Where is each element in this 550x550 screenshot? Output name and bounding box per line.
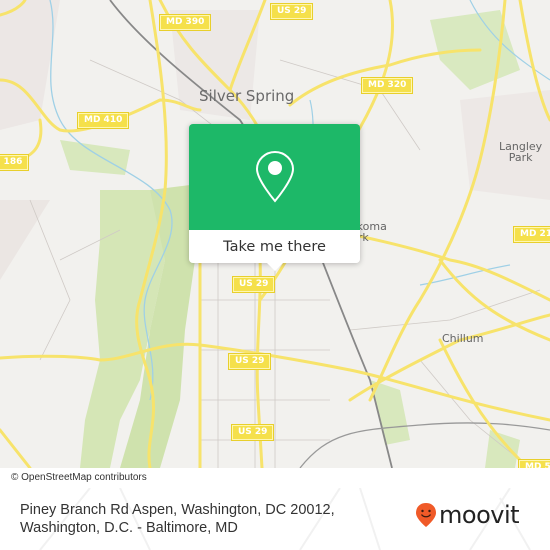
road-shield-us29: US 29 — [233, 277, 275, 292]
road-shield-md5: MD 5 — [519, 460, 550, 468]
place-label-line: Park — [508, 151, 533, 164]
road-shield-us29: US 29 — [271, 4, 313, 19]
map-pin-icon — [255, 150, 294, 203]
address-line: Washington, D.C. - Baltimore, MD — [20, 520, 238, 536]
road-shield-md390: MD 390 — [160, 15, 211, 30]
map-attribution[interactable]: © OpenStreetMap contributors — [7, 471, 151, 484]
popup-pointer — [267, 263, 283, 271]
take-me-there-button[interactable]: Take me there — [189, 230, 360, 263]
place-label-langley-park: Langley Park — [499, 141, 542, 163]
footer: Piney Branch Rd Aspen, Washington, DC 20… — [0, 488, 550, 550]
place-label-chillum: Chillum — [442, 332, 484, 345]
moovit-smiley-pin-icon — [416, 503, 436, 527]
road-shield-md186: MD 186 — [0, 155, 29, 170]
moovit-wordmark: moovit — [439, 501, 520, 529]
park-area — [60, 140, 130, 175]
address-text: Piney Branch Rd Aspen, Washington, DC 20… — [20, 501, 335, 537]
road-shield-us29: US 29 — [232, 425, 274, 440]
road-shield-md320: MD 320 — [362, 78, 413, 93]
location-popup: Take me there — [189, 124, 360, 271]
road-shield-md410: MD 410 — [78, 113, 129, 128]
address-line: Piney Branch Rd Aspen, Washington, DC 20… — [20, 502, 335, 518]
popup-header — [189, 124, 360, 230]
moovit-logo[interactable]: moovit — [415, 501, 520, 529]
place-label-silver-spring: Silver Spring — [199, 87, 295, 105]
map-view[interactable]: Silver Spring Langley Park Takoma Park C… — [0, 0, 550, 468]
residential-area — [0, 200, 50, 280]
road-shield-md212: MD 212 — [514, 227, 550, 242]
road-shield-us29: US 29 — [229, 354, 271, 369]
